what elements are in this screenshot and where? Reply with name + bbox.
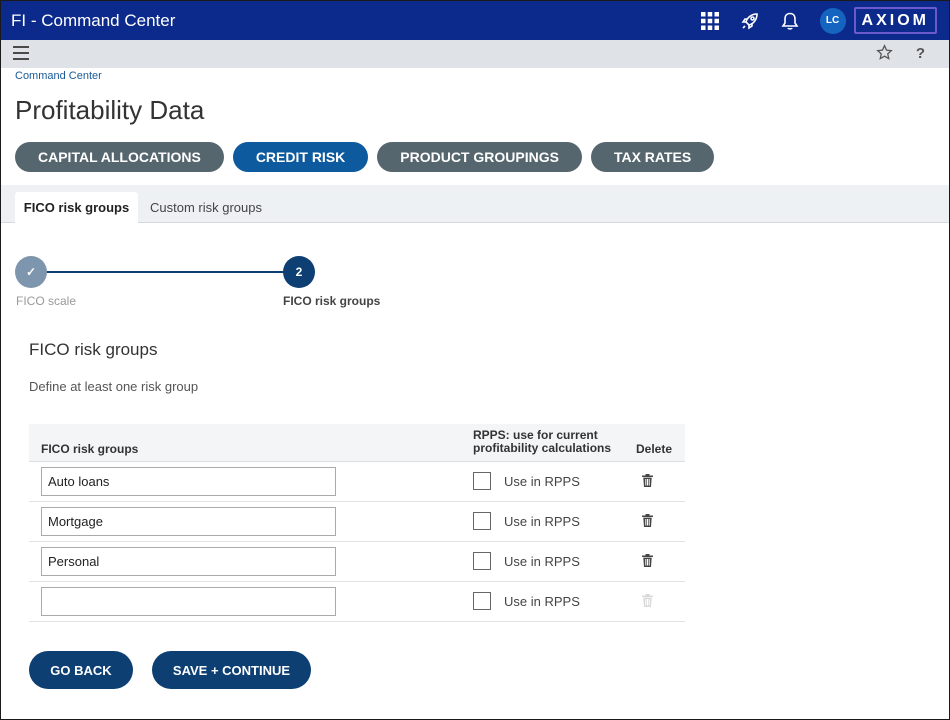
tab-bar: FICO risk groups Custom risk groups (1, 185, 949, 223)
risk-group-name-input[interactable] (41, 547, 336, 576)
use-in-rpps-label: Use in RPPS (504, 474, 580, 489)
step-label-fico-scale[interactable]: FICO scale (16, 294, 76, 308)
section-title: FICO risk groups (29, 340, 158, 359)
use-in-rpps-checkbox[interactable] (473, 552, 491, 570)
tab-custom-risk-groups[interactable]: Custom risk groups (150, 192, 262, 223)
risk-group-name-input[interactable] (41, 587, 336, 616)
table-row: Use in RPPS (29, 462, 685, 502)
use-in-rpps-checkbox[interactable] (473, 512, 491, 530)
star-icon[interactable] (876, 44, 893, 66)
apps-grid-icon[interactable] (690, 1, 730, 40)
trash-icon[interactable] (642, 514, 653, 527)
user-avatar[interactable]: LC (819, 7, 846, 34)
column-header-rpps: RPPS: use for current profitability calc… (473, 428, 612, 455)
header-actions: LC AXIOM (690, 1, 937, 40)
use-in-rpps-label: Use in RPPS (504, 594, 580, 609)
save-continue-button[interactable]: SAVE + CONTINUE (152, 651, 311, 689)
hamburger-menu-icon[interactable] (13, 46, 29, 60)
risk-group-name-input[interactable] (41, 467, 336, 496)
trash-icon[interactable] (642, 474, 653, 487)
column-header-delete: Delete (636, 442, 673, 456)
section-description: Define at least one risk group (29, 379, 199, 394)
pill-product-groupings[interactable]: PRODUCT GROUPINGS (377, 142, 582, 172)
page-title: Profitability Data (15, 95, 205, 125)
app-title: FI - Command Center (11, 10, 176, 30)
grid-header: FICO risk groups RPPS: use for current p… (29, 424, 685, 462)
trash-icon[interactable] (642, 554, 653, 567)
wizard-stepper: ✓ 2 FICO scale FICO risk groups (15, 256, 395, 316)
use-in-rpps-checkbox[interactable] (473, 592, 491, 610)
app-header: FI - Command Center LC AXIOM (1, 1, 949, 40)
column-header-name: FICO risk groups (41, 442, 139, 456)
trash-disabled-icon (642, 594, 653, 607)
table-row: Use in RPPS (29, 542, 685, 582)
bell-icon[interactable] (770, 1, 810, 40)
risk-group-name-input[interactable] (41, 507, 336, 536)
tab-fico-risk-groups[interactable]: FICO risk groups (15, 192, 138, 223)
sub-toolbar: ? (1, 40, 949, 68)
pill-capital-allocations[interactable]: CAPITAL ALLOCATIONS (15, 142, 224, 172)
table-row: Use in RPPS (29, 582, 685, 622)
breadcrumb[interactable]: Command Center (15, 70, 102, 82)
table-row: Use in RPPS (29, 502, 685, 542)
rocket-icon[interactable] (730, 1, 770, 40)
stepper-connector (31, 271, 301, 273)
axiom-logo: AXIOM (853, 7, 937, 34)
go-back-button[interactable]: GO BACK (29, 651, 133, 689)
use-in-rpps-label: Use in RPPS (504, 514, 580, 529)
use-in-rpps-label: Use in RPPS (504, 554, 580, 569)
pill-tax-rates[interactable]: TAX RATES (590, 142, 715, 172)
step-current-number: 2 (283, 256, 315, 288)
pill-credit-risk[interactable]: CREDIT RISK (232, 142, 369, 172)
wizard-actions: GO BACK SAVE + CONTINUE (29, 651, 311, 689)
section-pills: CAPITAL ALLOCATIONS CREDIT RISK PRODUCT … (15, 142, 715, 172)
step-complete-check-icon[interactable]: ✓ (15, 256, 47, 288)
risk-groups-grid: FICO risk groups RPPS: use for current p… (29, 424, 685, 622)
step-label-fico-risk-groups: FICO risk groups (283, 294, 381, 308)
help-icon[interactable]: ? (916, 45, 925, 62)
use-in-rpps-checkbox[interactable] (473, 472, 491, 490)
